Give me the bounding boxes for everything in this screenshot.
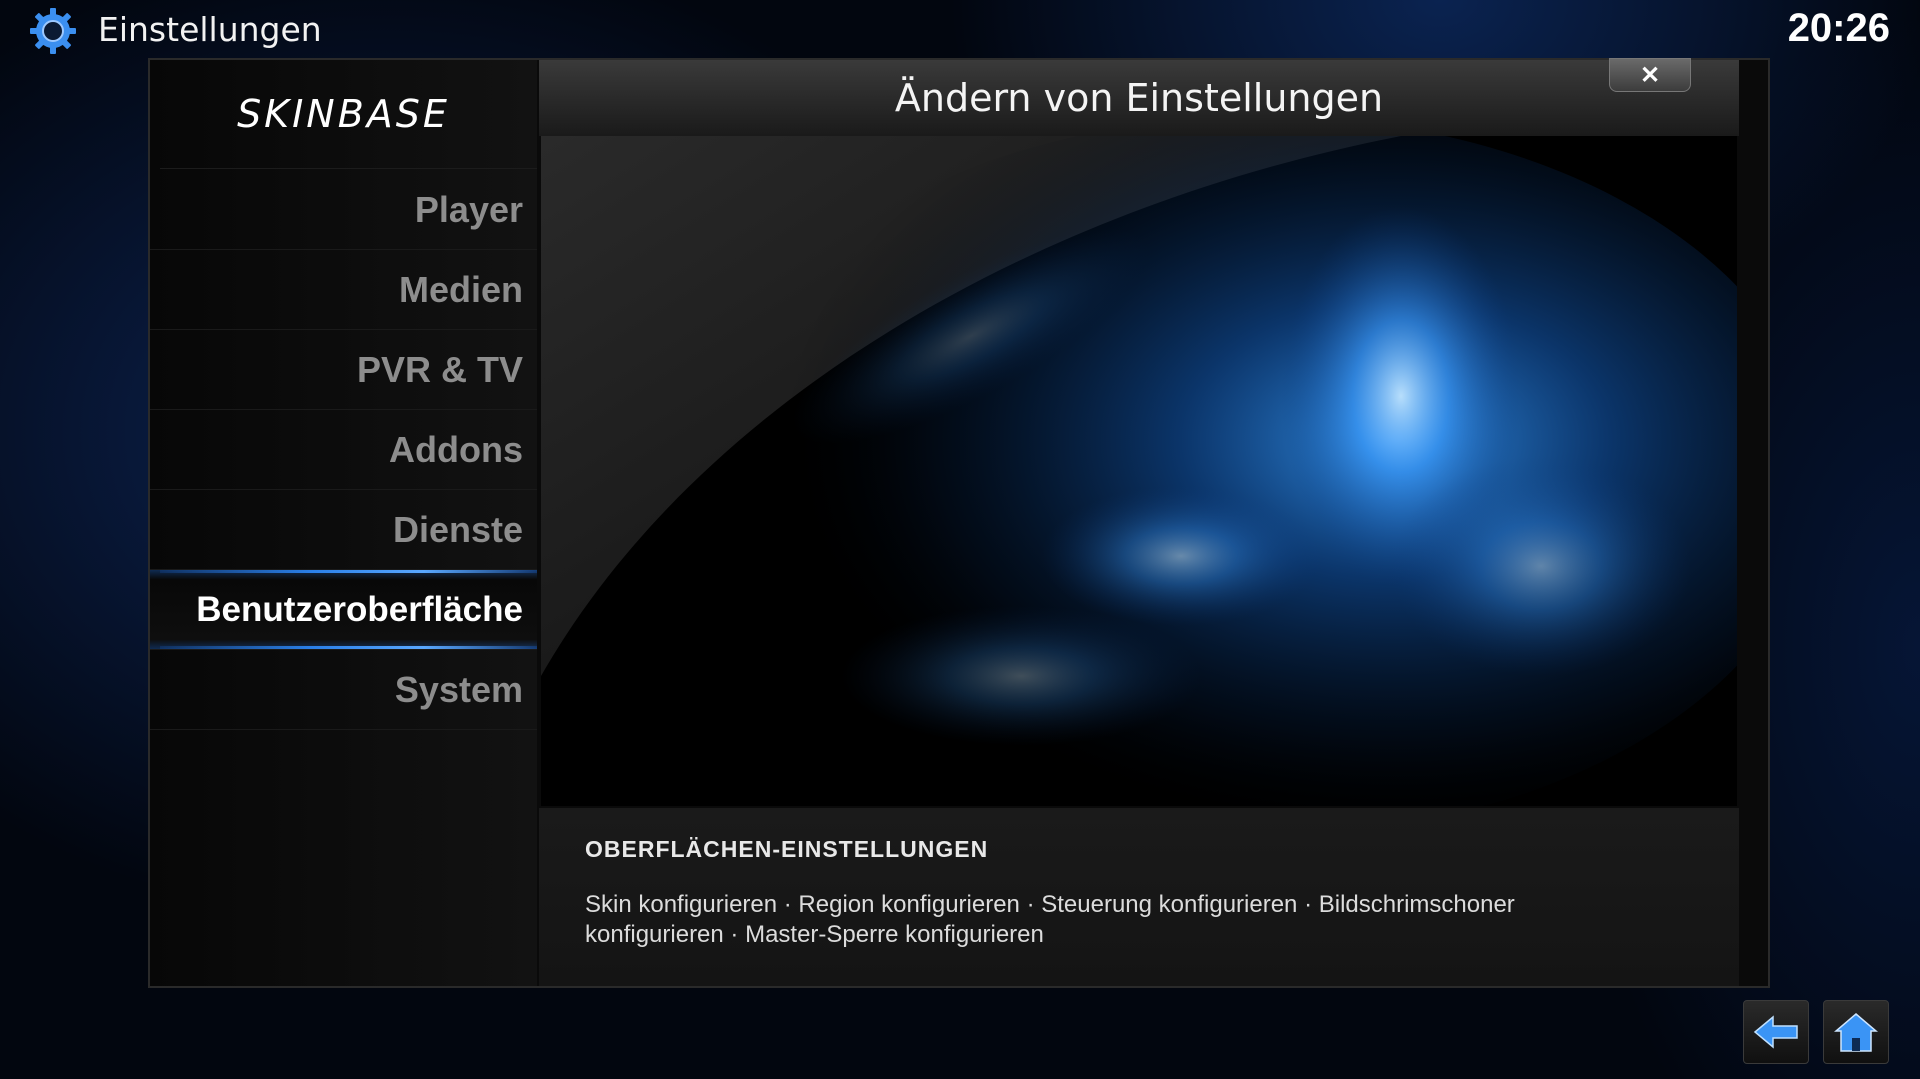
sidebar-item-addons[interactable]: Addons bbox=[150, 410, 537, 490]
back-button[interactable] bbox=[1743, 1000, 1809, 1064]
category-description: Skin konfigurieren · Region konfiguriere… bbox=[585, 891, 1515, 948]
divider bbox=[160, 168, 537, 169]
sidebar: SKINBASE Player Medien PVR & TV Addons D… bbox=[150, 60, 537, 986]
settings-content: Ändern von Einstellungen ✕ OBERFLÄCHEN-E… bbox=[539, 58, 1739, 986]
skin-logo: SKINBASE bbox=[237, 92, 450, 136]
sidebar-item-dienste[interactable]: Dienste bbox=[150, 490, 537, 570]
preview-image bbox=[541, 136, 1737, 806]
sidebar-item-benutzeroberflaeche[interactable]: Benutzeroberfläche bbox=[150, 570, 537, 650]
category-heading: OBERFLÄCHEN-EINSTELLUNGEN bbox=[585, 836, 989, 862]
dialog-title: Ändern von Einstellungen bbox=[894, 76, 1384, 120]
home-button[interactable] bbox=[1823, 1000, 1889, 1064]
sidebar-item-player[interactable]: Player bbox=[150, 170, 537, 250]
sidebar-item-medien[interactable]: Medien bbox=[150, 250, 537, 330]
sidebar-item-system[interactable]: System bbox=[150, 650, 537, 730]
window-title: Einstellungen bbox=[98, 10, 322, 49]
close-button[interactable]: ✕ bbox=[1609, 58, 1691, 92]
gear-icon bbox=[28, 6, 78, 56]
home-icon bbox=[1834, 1013, 1878, 1052]
settings-panel: SKINBASE Player Medien PVR & TV Addons D… bbox=[148, 58, 1770, 988]
sidebar-item-pvr-tv[interactable]: PVR & TV bbox=[150, 330, 537, 410]
settings-category-list: Player Medien PVR & TV Addons Dienste Be… bbox=[150, 170, 537, 730]
clock: 20:26 bbox=[1787, 6, 1890, 50]
close-icon: ✕ bbox=[1639, 61, 1661, 89]
dialog-header: Ändern von Einstellungen bbox=[539, 60, 1739, 136]
back-arrow-icon bbox=[1753, 1015, 1798, 1049]
category-info: OBERFLÄCHEN-EINSTELLUNGEN Skin konfiguri… bbox=[539, 808, 1739, 986]
